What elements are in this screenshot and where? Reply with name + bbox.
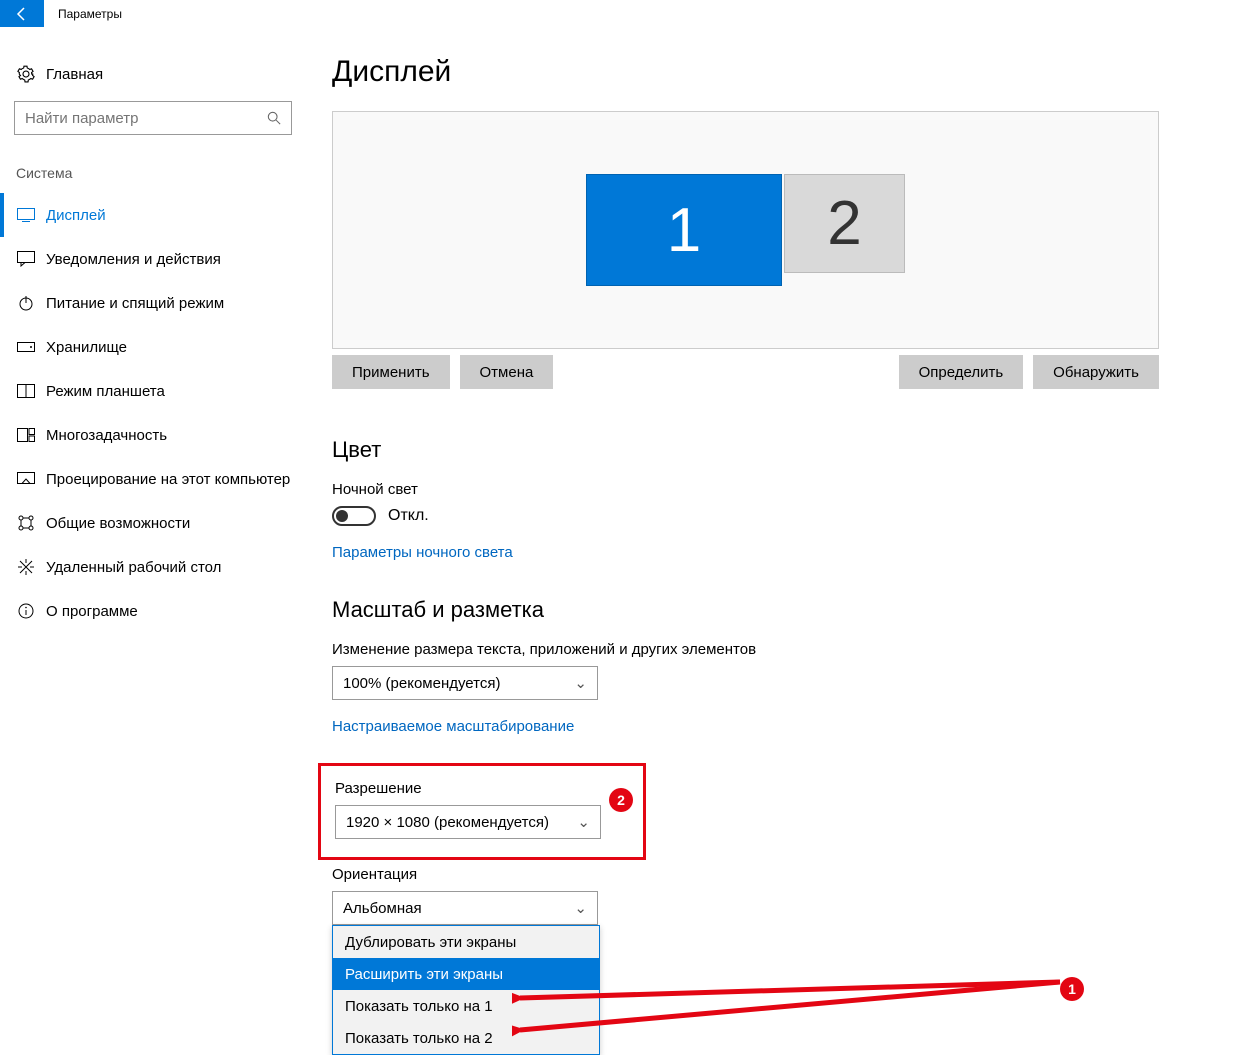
sidebar-item-projecting[interactable]: Проецирование на этот компьютер	[0, 457, 308, 501]
scale-value: 100% (рекомендуется)	[343, 675, 500, 692]
sidebar-item-display[interactable]: Дисплей	[0, 193, 308, 237]
page-title: Дисплей	[332, 55, 1248, 89]
sidebar-item-tablet[interactable]: Режим планшета	[0, 369, 308, 413]
orientation-value: Альбомная	[343, 900, 422, 917]
chat-icon	[16, 251, 36, 267]
sidebar-item-label: Проецирование на этот компьютер	[46, 471, 290, 488]
section-color: Цвет	[332, 437, 1248, 463]
multi-display-dropdown[interactable]: Дублировать эти экраны Расширить эти экр…	[332, 925, 600, 1055]
apply-button[interactable]: Применить	[332, 355, 450, 389]
monitor-icon	[16, 208, 36, 222]
search-input-wrap[interactable]	[14, 101, 292, 135]
home-label: Главная	[46, 66, 103, 83]
sidebar-item-label: О программе	[46, 603, 138, 620]
identify-button[interactable]: Определить	[899, 355, 1024, 389]
annotation-badge-1: 1	[1060, 977, 1084, 1001]
sidebar-group-title: Система	[0, 135, 308, 193]
chevron-down-icon: ⌄	[574, 674, 587, 692]
tablet-icon	[16, 384, 36, 398]
sidebar-item-label: Дисплей	[46, 207, 106, 224]
chevron-down-icon: ⌄	[574, 899, 587, 917]
monitor-1[interactable]: 1	[586, 174, 782, 286]
resolution-label: Разрешение	[335, 780, 629, 797]
sidebar-item-label: Питание и спящий режим	[46, 295, 224, 312]
storage-icon	[16, 342, 36, 352]
dd-item-extend[interactable]: Расширить эти экраны	[333, 958, 599, 990]
annotation-highlight-resolution: 2 Разрешение 1920 × 1080 (рекомендуется)…	[318, 763, 646, 860]
night-light-state: Откл.	[388, 507, 429, 525]
sidebar-item-power[interactable]: Питание и спящий режим	[0, 281, 308, 325]
scale-combo[interactable]: 100% (рекомендуется) ⌄	[332, 666, 598, 700]
search-input[interactable]	[25, 110, 255, 127]
section-scale: Масштаб и разметка	[332, 597, 1248, 623]
window-title: Параметры	[44, 7, 122, 21]
night-light-settings-link[interactable]: Параметры ночного света	[332, 544, 1248, 561]
scale-label: Изменение размера текста, приложений и д…	[332, 641, 1248, 658]
power-icon	[16, 295, 36, 311]
chevron-down-icon: ⌄	[577, 813, 590, 831]
arrow-left-icon	[14, 6, 30, 22]
multitask-icon	[16, 428, 36, 442]
info-icon	[16, 603, 36, 619]
night-light-label: Ночной свет	[332, 481, 1248, 498]
annotation-badge-2: 2	[609, 788, 633, 812]
sidebar-item-label: Многозадачность	[46, 427, 167, 444]
project-icon	[16, 472, 36, 486]
sidebar-item-label: Хранилище	[46, 339, 127, 356]
resolution-value: 1920 × 1080 (рекомендуется)	[346, 814, 549, 831]
sidebar-item-notifications[interactable]: Уведомления и действия	[0, 237, 308, 281]
sidebar: Главная Система Дисплей Уведомления и де…	[0, 27, 308, 1055]
orientation-combo[interactable]: Альбомная ⌄	[332, 891, 598, 925]
sidebar-item-about[interactable]: О программе	[0, 589, 308, 633]
monitor-2[interactable]: 2	[784, 174, 905, 273]
cancel-button[interactable]: Отмена	[460, 355, 554, 389]
dd-item-show-only-2[interactable]: Показать только на 2	[333, 1022, 599, 1054]
resolution-combo[interactable]: 1920 × 1080 (рекомендуется) ⌄	[335, 805, 601, 839]
sidebar-item-label: Режим планшета	[46, 383, 165, 400]
sidebar-item-label: Уведомления и действия	[46, 251, 221, 268]
orientation-label: Ориентация	[332, 866, 1248, 883]
detect-button[interactable]: Обнаружить	[1033, 355, 1159, 389]
sidebar-item-label: Удаленный рабочий стол	[46, 559, 221, 576]
sidebar-item-storage[interactable]: Хранилище	[0, 325, 308, 369]
sidebar-item-remote[interactable]: Удаленный рабочий стол	[0, 545, 308, 589]
display-arrangement[interactable]: 1 2	[332, 111, 1159, 349]
dd-item-duplicate[interactable]: Дублировать эти экраны	[333, 926, 599, 958]
sidebar-item-multitask[interactable]: Многозадачность	[0, 413, 308, 457]
sidebar-item-label: Общие возможности	[46, 515, 190, 532]
night-light-toggle[interactable]	[332, 506, 376, 526]
custom-scaling-link[interactable]: Настраиваемое масштабирование	[332, 718, 1248, 735]
remote-icon	[16, 559, 36, 575]
gear-icon	[16, 65, 36, 83]
shared-icon	[16, 515, 36, 531]
search-icon	[267, 111, 281, 125]
dd-item-show-only-1[interactable]: Показать только на 1	[333, 990, 599, 1022]
home-nav[interactable]: Главная	[0, 55, 308, 93]
main-content: Дисплей 1 2 Применить Отмена Определить …	[308, 27, 1248, 1055]
sidebar-item-shared[interactable]: Общие возможности	[0, 501, 308, 545]
back-button[interactable]	[0, 0, 44, 27]
